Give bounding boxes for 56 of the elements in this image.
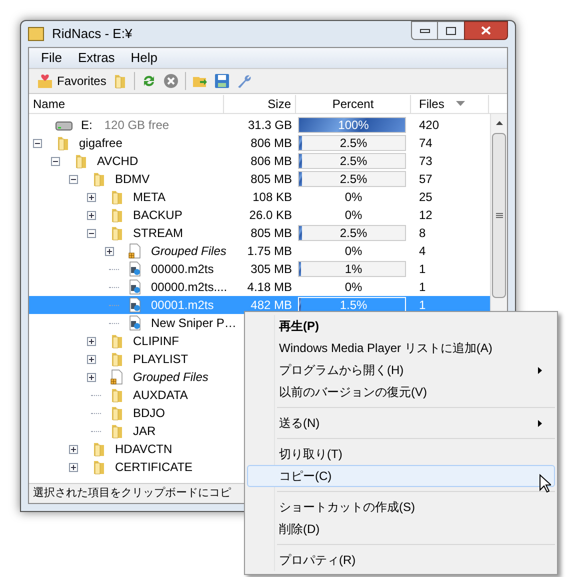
free-space-label: 120 GB free: [104, 118, 170, 132]
size-value: 31.3 GB: [248, 118, 292, 132]
item-name: AUXDATA: [133, 388, 188, 402]
files-count: 57: [419, 172, 432, 186]
files-count: 8: [419, 226, 426, 240]
percent-value: 2.5%: [340, 136, 368, 150]
size-value: 26.0 KB: [249, 208, 292, 222]
files-count: 1: [419, 298, 426, 312]
item-name: BDMV: [115, 172, 150, 186]
size-value: 806 MB: [250, 136, 292, 150]
percent-value: 2.5%: [340, 154, 368, 168]
percent-value: 0%: [344, 280, 362, 294]
percent-value: 100%: [338, 118, 369, 132]
item-name: AVCHD: [97, 154, 138, 168]
percent-value: 0%: [344, 244, 362, 258]
size-value: 108 KB: [252, 190, 292, 204]
size-value: 4.18 MB: [247, 280, 292, 294]
item-name: JAR: [133, 424, 156, 438]
percent-value: 1%: [344, 262, 362, 276]
item-name: HDAVCTN: [115, 442, 172, 456]
item-name: BACKUP: [133, 208, 182, 222]
item-name: PLAYLIST: [133, 352, 188, 366]
files-count: 74: [419, 136, 432, 150]
size-value: 1.75 MB: [247, 244, 292, 258]
files-count: 12: [419, 208, 432, 222]
item-name: Grouped Files: [133, 370, 208, 384]
item-name: 00001.m2ts: [151, 298, 214, 312]
files-count: 1: [419, 262, 426, 276]
item-name: gigafree: [79, 136, 122, 150]
files-count: 25: [419, 190, 432, 204]
percent-value: 0%: [344, 190, 362, 204]
item-name: 00000.m2ts: [151, 262, 214, 276]
files-count: 4: [419, 244, 426, 258]
item-name: STREAM: [133, 226, 184, 240]
size-value: 805 MB: [250, 172, 292, 186]
item-name: CLIPINF: [133, 334, 180, 348]
item-name: BDJO: [133, 406, 166, 420]
size-value: 305 MB: [250, 262, 292, 276]
item-name: META: [133, 190, 166, 204]
item-name: Grouped Files: [151, 244, 226, 258]
files-count: 73: [419, 154, 432, 168]
window-title: RidNacs - E:¥: [52, 25, 132, 44]
item-name: New Sniper P…: [151, 316, 236, 330]
percent-value: 2.5%: [340, 226, 368, 240]
percent-value: 0%: [344, 208, 362, 222]
size-value: 482 MB: [250, 298, 292, 312]
size-value: 806 MB: [250, 154, 292, 168]
percent-value: 1.5%: [340, 298, 368, 312]
item-name: E:: [81, 118, 92, 132]
item-name: 00000.m2ts....: [151, 280, 228, 294]
files-count: 420: [419, 118, 440, 132]
size-value: 805 MB: [250, 226, 292, 240]
percent-value: 2.5%: [340, 172, 368, 186]
files-count: 1: [419, 280, 426, 294]
item-name: CERTIFICATE: [115, 460, 193, 474]
status-text: 選択された項目をクリップボードにコピ: [33, 486, 231, 502]
